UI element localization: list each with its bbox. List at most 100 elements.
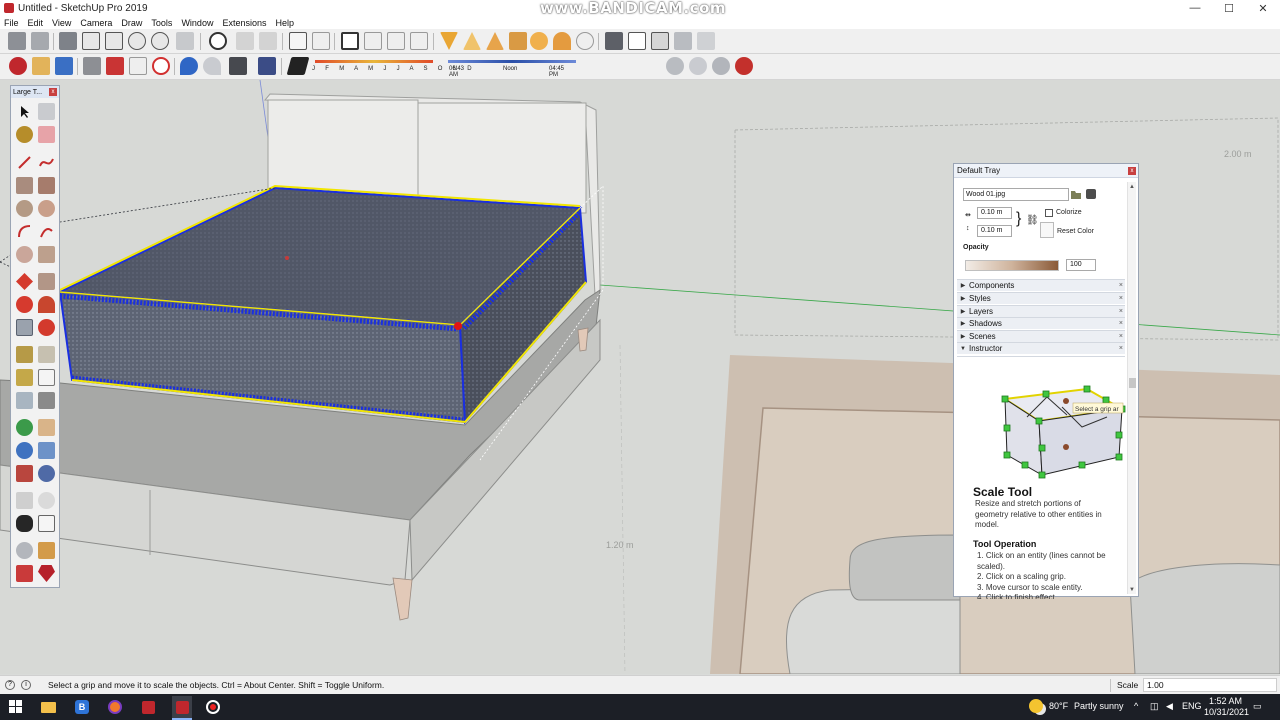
opacity-value-field[interactable]: 100 xyxy=(1066,259,1096,271)
dimension-tool-icon[interactable] xyxy=(38,346,55,363)
undo-icon[interactable] xyxy=(180,57,198,75)
notifications-icon[interactable]: ▭ xyxy=(1253,701,1262,712)
styles-globe-icon[interactable] xyxy=(666,57,684,75)
axes-tool-icon[interactable] xyxy=(16,392,33,409)
menu-camera[interactable]: Camera xyxy=(80,18,112,28)
front-view-icon[interactable] xyxy=(105,32,123,50)
panel-layers[interactable]: ▶ Layers × xyxy=(957,305,1125,317)
stamp-icon[interactable] xyxy=(530,32,548,50)
reset-color-swatch[interactable] xyxy=(1040,222,1054,238)
follow-me-tool-icon[interactable] xyxy=(38,296,55,313)
save-icon[interactable] xyxy=(55,57,73,75)
share-model-icon[interactable] xyxy=(628,32,646,50)
sketchup-logo-icon[interactable] xyxy=(9,57,27,75)
sandbox-scratch-icon[interactable] xyxy=(486,32,504,50)
three-point-arc-tool-icon[interactable] xyxy=(38,246,55,263)
right-view-icon[interactable] xyxy=(128,32,146,50)
copy-icon[interactable] xyxy=(106,57,124,75)
iso-view-icon[interactable] xyxy=(82,32,100,50)
paint-bucket-tool-icon[interactable] xyxy=(16,126,33,143)
warehouse-icon[interactable] xyxy=(605,32,623,50)
palette-title-bar[interactable]: Large T... x xyxy=(11,86,59,98)
scale-grip-center[interactable] xyxy=(285,256,289,260)
freehand-tool-icon[interactable] xyxy=(38,154,55,171)
network-icon[interactable]: ◫ xyxy=(1150,701,1159,712)
warehouse-tool-icon[interactable] xyxy=(16,542,33,559)
panel-shadows[interactable]: ▶ Shadows × xyxy=(957,317,1125,329)
zoom-window-tool-icon[interactable] xyxy=(38,442,55,459)
redo-icon[interactable] xyxy=(203,57,221,75)
push-pull-tool-icon[interactable] xyxy=(38,273,55,290)
make-component-tool-icon[interactable] xyxy=(38,103,55,120)
sample-paint-icon[interactable] xyxy=(1086,189,1096,199)
scale-tool-icon[interactable] xyxy=(16,319,33,336)
hidden-line-style-icon[interactable] xyxy=(364,32,382,50)
show-shadows-icon[interactable] xyxy=(286,57,310,75)
scale-grip-active[interactable] xyxy=(454,322,462,330)
section-plane-icon[interactable] xyxy=(59,32,77,50)
protractor-tool-icon[interactable] xyxy=(16,369,33,386)
menu-draw[interactable]: Draw xyxy=(121,18,142,28)
print-icon[interactable] xyxy=(229,57,247,75)
move-tool-icon[interactable] xyxy=(16,273,33,290)
drape-icon[interactable] xyxy=(553,32,571,50)
eraser-tool-icon[interactable] xyxy=(38,126,55,143)
line-tool-icon[interactable] xyxy=(16,154,33,171)
flip-icon[interactable] xyxy=(312,32,330,50)
orbit-hand-icon[interactable] xyxy=(176,32,194,50)
textured-style-icon[interactable] xyxy=(410,32,428,50)
tray-title-bar[interactable]: Default Tray x xyxy=(954,164,1138,178)
share-model-tool-icon[interactable] xyxy=(16,565,33,582)
panel-components[interactable]: ▶ Components × xyxy=(957,279,1125,291)
orbit-tool-icon[interactable] xyxy=(16,419,33,436)
panel-styles[interactable]: ▶ Styles × xyxy=(957,292,1125,304)
clock-time[interactable]: 1:52 AM xyxy=(1209,696,1242,706)
pan-tool-icon[interactable] xyxy=(38,419,55,436)
align-icon[interactable] xyxy=(289,32,307,50)
interact-icon[interactable] xyxy=(712,57,730,75)
minimize-button[interactable]: — xyxy=(1178,0,1212,16)
weather-icon[interactable] xyxy=(1028,698,1044,714)
texture-width-field[interactable]: 0.10 m xyxy=(977,207,1012,219)
sketchup-active-taskbar-icon[interactable] xyxy=(172,696,192,718)
lock-aspect-icon[interactable]: } xyxy=(1016,210,1021,228)
two-point-arc-tool-icon[interactable] xyxy=(38,223,55,240)
sandbox-contours-icon[interactable] xyxy=(463,32,481,50)
tray-chevron-icon[interactable]: ^ xyxy=(1134,701,1138,711)
funnel-icon[interactable] xyxy=(440,32,458,50)
paste-icon[interactable] xyxy=(129,57,147,75)
volume-icon[interactable]: ◀ xyxy=(1166,701,1173,712)
info-icon[interactable]: i xyxy=(21,680,31,690)
open-folder-icon[interactable] xyxy=(32,57,50,75)
record-taskbar-icon[interactable] xyxy=(205,699,221,715)
browse-texture-icon[interactable] xyxy=(1071,191,1081,199)
circle-tool-icon[interactable] xyxy=(16,200,33,217)
palette-close-button[interactable]: x xyxy=(49,88,57,96)
menu-view[interactable]: View xyxy=(52,18,71,28)
tape-measure-tool-icon[interactable] xyxy=(16,346,33,363)
components-tool-icon[interactable] xyxy=(38,542,55,559)
windows-start-icon[interactable] xyxy=(8,699,24,715)
rotate-tool-icon[interactable] xyxy=(16,296,33,313)
rotated-rectangle-tool-icon[interactable] xyxy=(38,177,55,194)
pot-section-icon[interactable] xyxy=(259,32,277,50)
pie-tool-icon[interactable] xyxy=(16,246,33,263)
smoove-icon[interactable] xyxy=(509,32,527,50)
texture-height-field[interactable]: 0.10 m xyxy=(977,225,1012,237)
select-tool-icon[interactable] xyxy=(16,103,33,120)
menu-window[interactable]: Window xyxy=(181,18,213,28)
pot-icon[interactable] xyxy=(236,32,254,50)
get-models-icon[interactable] xyxy=(674,32,692,50)
geo-location-icon[interactable]: ? xyxy=(5,680,15,690)
menu-file[interactable]: File xyxy=(4,18,19,28)
3d-text-tool-icon[interactable] xyxy=(38,392,55,409)
menu-help[interactable]: Help xyxy=(275,18,294,28)
zoom-tool-icon[interactable] xyxy=(16,442,33,459)
firefox-icon[interactable] xyxy=(107,699,123,715)
polygon-tool-icon[interactable] xyxy=(38,200,55,217)
previous-view-tool-icon[interactable] xyxy=(38,465,55,482)
time-slider[interactable] xyxy=(448,60,576,63)
opacity-slider[interactable] xyxy=(965,260,1059,271)
panel-scenes[interactable]: ▶ Scenes × xyxy=(957,330,1125,342)
text-tool-icon[interactable] xyxy=(38,369,55,386)
